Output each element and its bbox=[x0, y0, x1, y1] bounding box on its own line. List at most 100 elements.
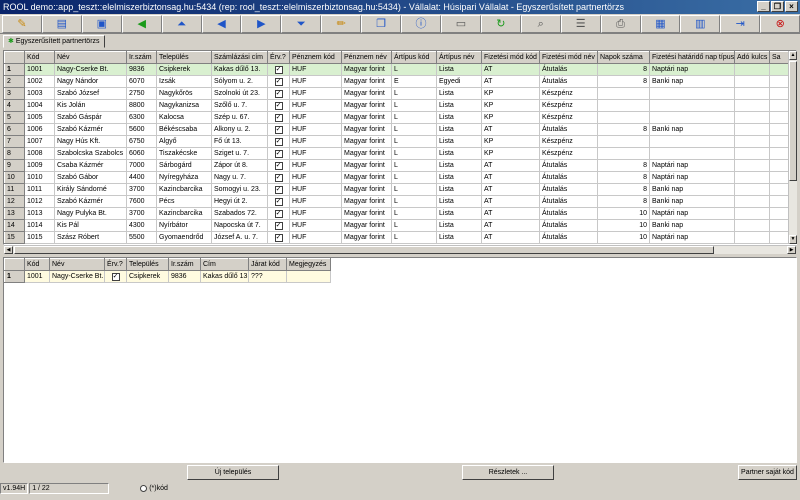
valid-checkbox[interactable]: ✓ bbox=[274, 113, 283, 122]
back-green-icon[interactable]: ◀ bbox=[121, 15, 162, 33]
table-cell-kod[interactable]: 1013 bbox=[24, 207, 55, 220]
table-cell-telep[interactable]: Tiszakécske bbox=[156, 147, 212, 160]
table-cell-telep[interactable]: Csipkerek bbox=[126, 270, 169, 283]
scroll-left-arrow-icon[interactable]: ◀ bbox=[4, 246, 13, 254]
row-number[interactable]: 14 bbox=[4, 219, 25, 232]
table-cell-cim[interactable]: Kakas dűlő 13. bbox=[200, 270, 249, 283]
table-cell-an[interactable]: Lista bbox=[436, 99, 482, 112]
col-header[interactable]: Ártípus név bbox=[436, 51, 482, 64]
table-cell-an[interactable]: Egyedi bbox=[436, 75, 482, 88]
valid-checkbox[interactable]: ✓ bbox=[274, 197, 283, 206]
table-cell-nev[interactable]: Szabó József bbox=[54, 87, 127, 100]
row-number[interactable]: 7 bbox=[4, 135, 25, 148]
col-header[interactable]: Megjegyzés bbox=[286, 258, 331, 271]
exit-icon[interactable]: ⊗ bbox=[760, 15, 800, 33]
table-cell-erv[interactable]: ✓ bbox=[267, 75, 290, 88]
table-cell-fn[interactable]: Átutalás bbox=[539, 219, 598, 232]
table-cell-ado[interactable] bbox=[734, 75, 770, 88]
columns-icon[interactable]: ▥ bbox=[680, 15, 721, 33]
table-cell-pn[interactable]: Magyar forint bbox=[341, 231, 392, 244]
table-cell-irsz[interactable]: 6750 bbox=[126, 135, 157, 148]
col-header[interactable]: Fizetési határidő nap típus bbox=[649, 51, 735, 64]
table-cell-telep[interactable]: Kazincbarcika bbox=[156, 207, 212, 220]
col-header[interactable]: Érv.? bbox=[267, 51, 290, 64]
table-cell-erv[interactable]: ✓ bbox=[267, 231, 290, 244]
table-cell-tip[interactable] bbox=[649, 111, 735, 124]
table-cell-irsz[interactable]: 3700 bbox=[126, 183, 157, 196]
table-cell-nev[interactable]: Király Sándorné bbox=[54, 183, 127, 196]
row-number[interactable]: 8 bbox=[4, 147, 25, 160]
table-cell-kod[interactable]: 1009 bbox=[24, 159, 55, 172]
table-cell-pn[interactable]: Magyar forint bbox=[341, 219, 392, 232]
table-cell-fn[interactable]: Készpénz bbox=[539, 147, 598, 160]
table-cell-an[interactable]: Lista bbox=[436, 231, 482, 244]
table-cell-ak[interactable]: L bbox=[391, 159, 437, 172]
table-cell-erv[interactable]: ✓ bbox=[267, 99, 290, 112]
table-cell-irsz[interactable]: 6070 bbox=[126, 75, 157, 88]
radio-circle[interactable] bbox=[140, 484, 148, 492]
table-row[interactable]: 9 1009 Csaba Kázmér 7000 Sárbogárd Zápor út 8… bbox=[4, 159, 796, 172]
table-cell-fk[interactable]: AT bbox=[481, 195, 540, 208]
next-record-icon[interactable]: ▶ bbox=[241, 15, 282, 33]
col-header[interactable]: Név bbox=[54, 51, 127, 64]
table-cell-nev[interactable]: Szász Róbert bbox=[54, 231, 127, 244]
table-cell-fk[interactable]: AT bbox=[481, 159, 540, 172]
table-cell-pn[interactable]: Magyar forint bbox=[341, 111, 392, 124]
table-cell-pk[interactable]: HUF bbox=[289, 195, 342, 208]
table-cell-fn[interactable]: Átutalás bbox=[539, 207, 598, 220]
table-cell-irsz[interactable]: 7000 bbox=[126, 159, 157, 172]
table-cell-pk[interactable]: HUF bbox=[289, 207, 342, 220]
table-cell-fk[interactable]: AT bbox=[481, 219, 540, 232]
scroll-right-arrow-icon[interactable]: ▶ bbox=[787, 246, 796, 254]
hscroll-thumb[interactable] bbox=[14, 246, 714, 254]
table-cell-telep[interactable]: Nyíregyháza bbox=[156, 171, 212, 184]
table-cell-ado[interactable] bbox=[734, 135, 770, 148]
last-record-icon[interactable]: ⏷ bbox=[281, 15, 322, 33]
table-cell-an[interactable]: Lista bbox=[436, 87, 482, 100]
table-cell-ak[interactable]: L bbox=[391, 123, 437, 136]
table-cell-cim[interactable]: Alkony u. 2. bbox=[211, 123, 268, 136]
col-header[interactable]: Fizetési mód név bbox=[539, 51, 598, 64]
table-cell-fn[interactable]: Átutalás bbox=[539, 231, 598, 244]
scroll-down-arrow-icon[interactable]: ▼ bbox=[789, 235, 797, 244]
table-cell-pn[interactable]: Magyar forint bbox=[341, 159, 392, 172]
table-cell-ak[interactable]: L bbox=[391, 171, 437, 184]
table-cell-an[interactable]: Lista bbox=[436, 183, 482, 196]
table-row[interactable]: 3 1003 Szabó József 2750 Nagykőrös Szolnoki ú… bbox=[4, 87, 796, 100]
table-cell-cim[interactable]: Hegyi út 2. bbox=[211, 195, 268, 208]
col-header[interactable]: Ir.szám bbox=[126, 51, 157, 64]
table-cell-pn[interactable]: Magyar forint bbox=[341, 99, 392, 112]
table-cell-pn[interactable]: Magyar forint bbox=[341, 63, 392, 76]
col-header[interactable]: Település bbox=[156, 51, 212, 64]
col-header[interactable]: Település bbox=[126, 258, 169, 271]
table-cell-fk[interactable]: KP bbox=[481, 135, 540, 148]
table-cell-telep[interactable]: Csipkerek bbox=[156, 63, 212, 76]
table-cell-ak[interactable]: L bbox=[391, 99, 437, 112]
valid-checkbox[interactable]: ✓ bbox=[274, 221, 283, 230]
tab-partner-registry[interactable]: ✱ Egyszerűsített partnertörzs bbox=[3, 35, 105, 48]
table-cell-ak[interactable]: L bbox=[391, 63, 437, 76]
table-cell-irsz[interactable]: 8800 bbox=[126, 99, 157, 112]
table-cell-tip[interactable]: Naptári nap bbox=[649, 159, 735, 172]
table-cell-nap[interactable]: 8 bbox=[597, 183, 650, 196]
table-cell-tip[interactable] bbox=[649, 99, 735, 112]
row-number[interactable]: 1 bbox=[4, 270, 25, 283]
open-file-icon[interactable]: ▤ bbox=[41, 15, 82, 33]
table-cell-cim[interactable]: Nagy u. 7. bbox=[211, 171, 268, 184]
table-cell-erv[interactable]: ✓ bbox=[267, 123, 290, 136]
table-cell-an[interactable]: Lista bbox=[436, 123, 482, 136]
table-cell-an[interactable]: Lista bbox=[436, 63, 482, 76]
table-cell-irsz[interactable]: 7600 bbox=[126, 195, 157, 208]
table-cell-cim[interactable]: József A. u. 7. bbox=[211, 231, 268, 244]
table-cell-ado[interactable] bbox=[734, 123, 770, 136]
valid-checkbox[interactable]: ✓ bbox=[111, 272, 120, 281]
export-icon[interactable]: ⇥ bbox=[720, 15, 761, 33]
table-cell-fk[interactable]: AT bbox=[481, 75, 540, 88]
form-icon[interactable]: ▭ bbox=[440, 15, 481, 33]
table-cell-ado[interactable] bbox=[734, 99, 770, 112]
table-cell-cim[interactable]: Somogyi u. 23. bbox=[211, 183, 268, 196]
col-header[interactable]: Cím bbox=[200, 258, 249, 271]
table-cell-cim[interactable]: Szolnoki út 23. bbox=[211, 87, 268, 100]
table-cell-tip[interactable]: Banki nap bbox=[649, 183, 735, 196]
valid-checkbox[interactable]: ✓ bbox=[274, 77, 283, 86]
